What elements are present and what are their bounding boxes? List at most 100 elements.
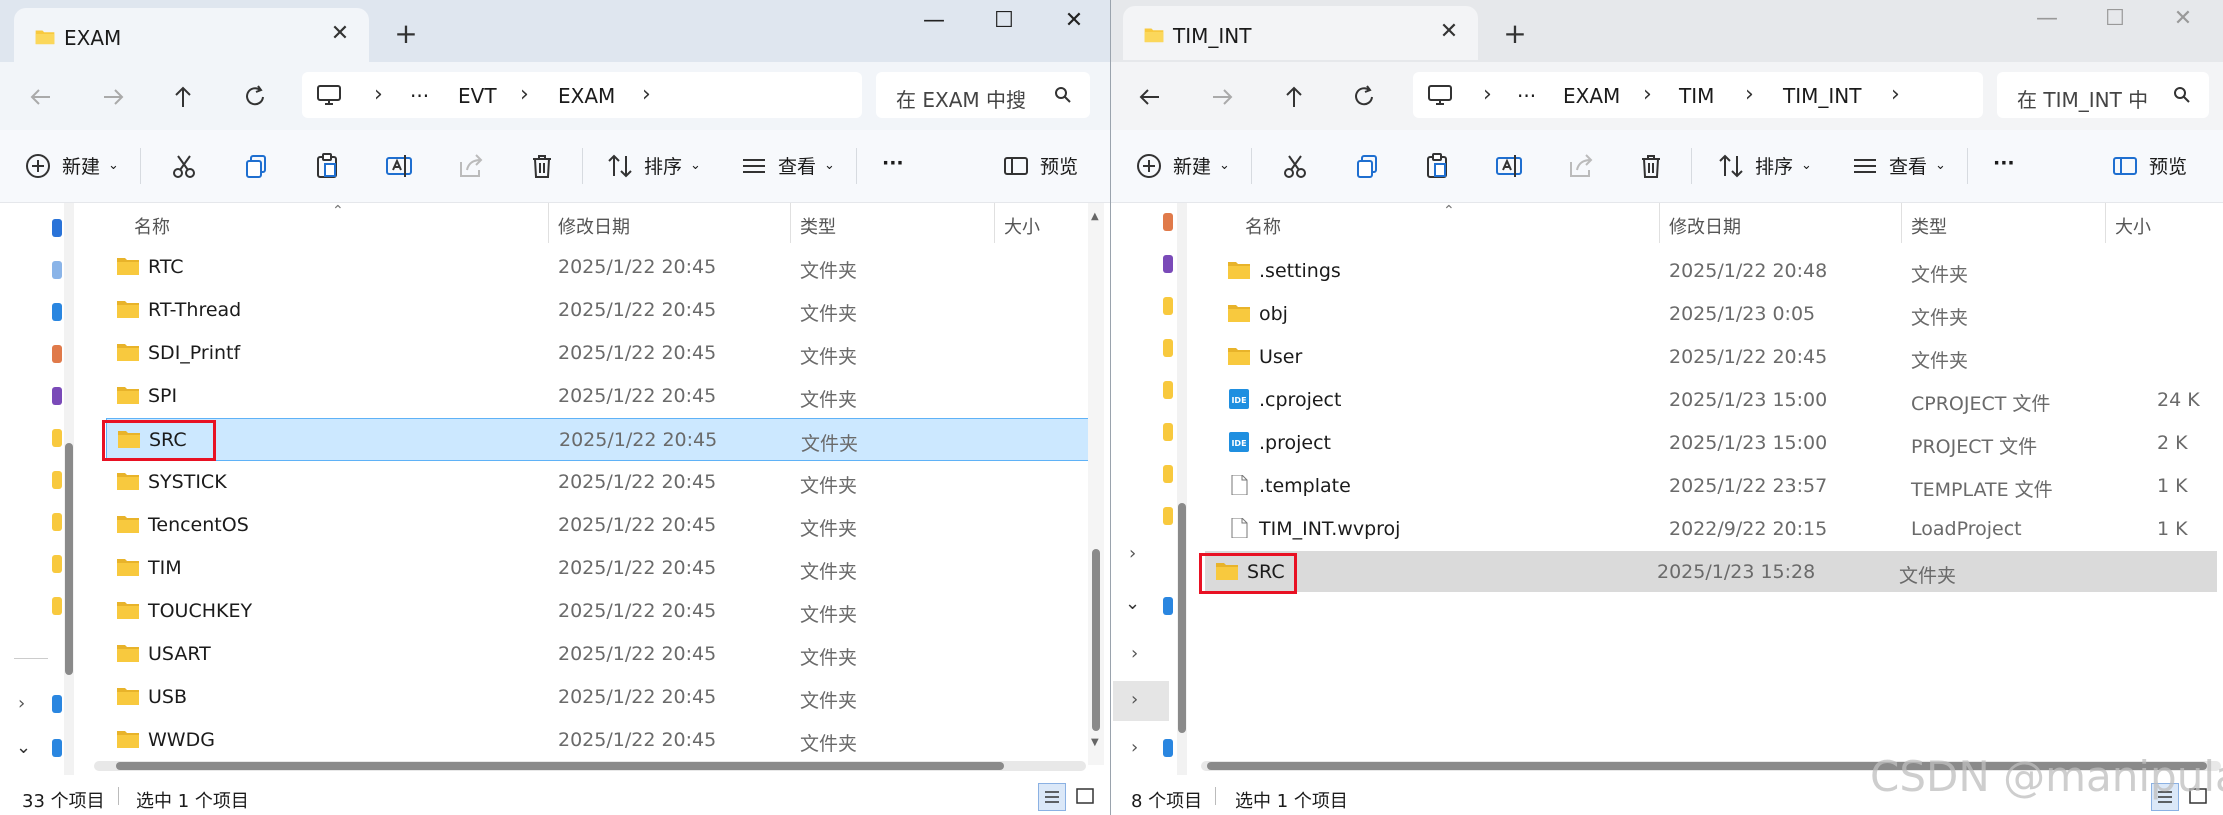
file-row[interactable]: TIM_INT.wvproj 2022/9/22 20:15 LoadProject…	[1217, 508, 2217, 549]
network-icon[interactable]	[1163, 739, 1173, 757]
chevron-down-icon[interactable]: ⌄	[1219, 158, 1230, 186]
chevron-right-icon[interactable]: ›	[1483, 82, 1492, 107]
column-size[interactable]: 大小	[2115, 213, 2151, 239]
more-options-button[interactable]: ···	[1993, 152, 2015, 180]
share-icon[interactable]	[457, 152, 485, 180]
file-row[interactable]: .settings 2025/1/22 20:48 文件夹	[1217, 250, 2217, 291]
chevron-right-icon[interactable]: ›	[1129, 543, 1136, 564]
folder-icon[interactable]	[52, 471, 62, 489]
preview-button[interactable]: 预览	[1040, 152, 1078, 180]
maximize-button[interactable]: ☐	[2093, 4, 2137, 34]
file-row[interactable]: IDE .project 2025/1/23 15:00 PROJECT 文件 2 K	[1217, 422, 2217, 463]
pictures-icon[interactable]	[1163, 255, 1173, 273]
documents-icon[interactable]	[1163, 213, 1173, 231]
breadcrumb-tim[interactable]: TIM	[1679, 84, 1714, 108]
chevron-right-icon[interactable]: ›	[374, 82, 383, 107]
column-type[interactable]: 类型	[1911, 213, 1947, 239]
preview-button[interactable]: 预览	[2149, 152, 2187, 180]
breadcrumb-exam[interactable]: EXAM	[1563, 84, 1620, 108]
drive-icon[interactable]	[52, 739, 62, 757]
file-row[interactable]: .template 2025/1/22 23:57 TEMPLATE 文件 1 K	[1217, 465, 2217, 506]
documents-icon[interactable]	[52, 345, 62, 363]
folder-icon[interactable]	[1163, 423, 1173, 441]
column-name[interactable]: 名称	[1245, 213, 1281, 239]
new-button[interactable]: 新建	[62, 152, 100, 180]
folder-icon[interactable]	[1163, 465, 1173, 483]
scrollbar-thumb[interactable]	[1092, 549, 1100, 731]
chevron-right-icon[interactable]: ›	[1745, 82, 1754, 107]
file-row[interactable]: TIM 2025/1/22 20:45 文件夹	[106, 547, 1088, 588]
back-arrow-icon[interactable]	[24, 80, 58, 114]
horizontal-scrollbar[interactable]	[94, 761, 1086, 771]
chevron-down-icon[interactable]: ⌄	[1935, 158, 1946, 186]
folder-icon[interactable]	[1163, 507, 1173, 525]
paste-icon[interactable]	[313, 152, 341, 180]
file-row[interactable]: obj 2025/1/23 0:05 文件夹	[1217, 293, 2217, 334]
breadcrumb[interactable]: › ··· EXAM › TIM › TIM_INT ›	[1413, 72, 1983, 118]
minimize-button[interactable]: —	[2025, 4, 2069, 34]
breadcrumb-evt[interactable]: EVT	[458, 84, 497, 108]
new-tab-button[interactable]: +	[392, 20, 420, 48]
chevron-right-icon[interactable]: ›	[18, 693, 25, 714]
maximize-button[interactable]: ☐	[982, 6, 1026, 36]
folder-icon[interactable]	[1163, 381, 1173, 399]
chevron-right-icon[interactable]: ›	[1891, 82, 1900, 107]
new-button[interactable]: 新建	[1173, 152, 1211, 180]
chevron-right-icon[interactable]: ›	[1131, 737, 1138, 758]
column-divider[interactable]	[2105, 203, 2106, 243]
back-arrow-icon[interactable]	[1133, 80, 1167, 114]
column-divider[interactable]	[1901, 203, 1902, 243]
nav-pane-scrollbar[interactable]	[1177, 203, 1187, 775]
close-window-button[interactable]: ✕	[1052, 6, 1096, 36]
file-row[interactable]: SRC 2025/1/22 20:45 文件夹	[106, 418, 1090, 461]
search-box[interactable]: 在 EXAM 中搜	[876, 72, 1090, 118]
file-row[interactable]: USART 2025/1/22 20:45 文件夹	[106, 633, 1088, 674]
file-row[interactable]: SPI 2025/1/22 20:45 文件夹	[106, 375, 1088, 416]
up-arrow-icon[interactable]	[1277, 80, 1311, 114]
chevron-right-icon[interactable]: ›	[1643, 82, 1652, 107]
view-button[interactable]: 查看	[778, 152, 816, 180]
chevron-down-icon[interactable]: ⌄	[1801, 158, 1812, 186]
tab-exam[interactable]: EXAM ✕	[14, 8, 369, 62]
chevron-down-icon[interactable]: ⌄	[16, 737, 31, 758]
delete-icon[interactable]	[528, 152, 556, 180]
forward-arrow-icon[interactable]	[96, 80, 130, 114]
search-box[interactable]: 在 TIM_INT 中	[1997, 72, 2209, 118]
details-view-icon[interactable]	[1038, 783, 1066, 811]
column-divider[interactable]	[790, 203, 791, 243]
this-pc-icon[interactable]	[52, 695, 62, 713]
file-row[interactable]: TencentOS 2025/1/22 20:45 文件夹	[106, 504, 1088, 545]
vertical-scrollbar[interactable]: ▲ ▼	[1088, 203, 1104, 765]
chevron-down-icon[interactable]: ⌄	[108, 158, 119, 186]
folder-icon[interactable]	[52, 429, 62, 447]
chevron-right-icon[interactable]: ›	[520, 82, 529, 107]
quick-access-icon[interactable]	[52, 219, 62, 237]
folder-icon[interactable]	[52, 513, 62, 531]
chevron-down-icon[interactable]: ⌄	[1125, 593, 1140, 614]
folder-icon[interactable]	[1163, 297, 1173, 315]
minimize-button[interactable]: —	[912, 6, 956, 36]
copy-icon[interactable]	[1353, 152, 1381, 180]
file-row[interactable]: User 2025/1/22 20:45 文件夹	[1217, 336, 2217, 377]
up-arrow-icon[interactable]	[166, 80, 200, 114]
file-row[interactable]: SYSTICK 2025/1/22 20:45 文件夹	[106, 461, 1088, 502]
column-divider[interactable]	[548, 203, 549, 243]
file-row[interactable]: USB 2025/1/22 20:45 文件夹	[106, 676, 1088, 717]
file-row[interactable]: SRC 2025/1/23 15:28 文件夹	[1205, 551, 2217, 592]
share-icon[interactable]	[1567, 152, 1595, 180]
paste-icon[interactable]	[1423, 152, 1451, 180]
breadcrumb-overflow[interactable]: ···	[1517, 84, 1536, 108]
chevron-down-icon[interactable]: ⌄	[690, 158, 701, 186]
breadcrumb[interactable]: › ··· EVT › EXAM ›	[302, 72, 862, 118]
refresh-icon[interactable]	[1347, 80, 1381, 114]
cut-icon[interactable]	[170, 152, 198, 180]
scrollbar-thumb[interactable]	[1178, 503, 1186, 733]
column-date[interactable]: 修改日期	[558, 213, 630, 239]
sort-button[interactable]: 排序	[1755, 152, 1793, 180]
column-date[interactable]: 修改日期	[1669, 213, 1741, 239]
downloads-icon[interactable]	[52, 303, 62, 321]
breadcrumb-overflow[interactable]: ···	[410, 84, 429, 108]
breadcrumb-tim-int[interactable]: TIM_INT	[1783, 84, 1861, 108]
nav-pane-scrollbar[interactable]	[64, 203, 74, 775]
file-row[interactable]: RT-Thread 2025/1/22 20:45 文件夹	[106, 289, 1088, 330]
